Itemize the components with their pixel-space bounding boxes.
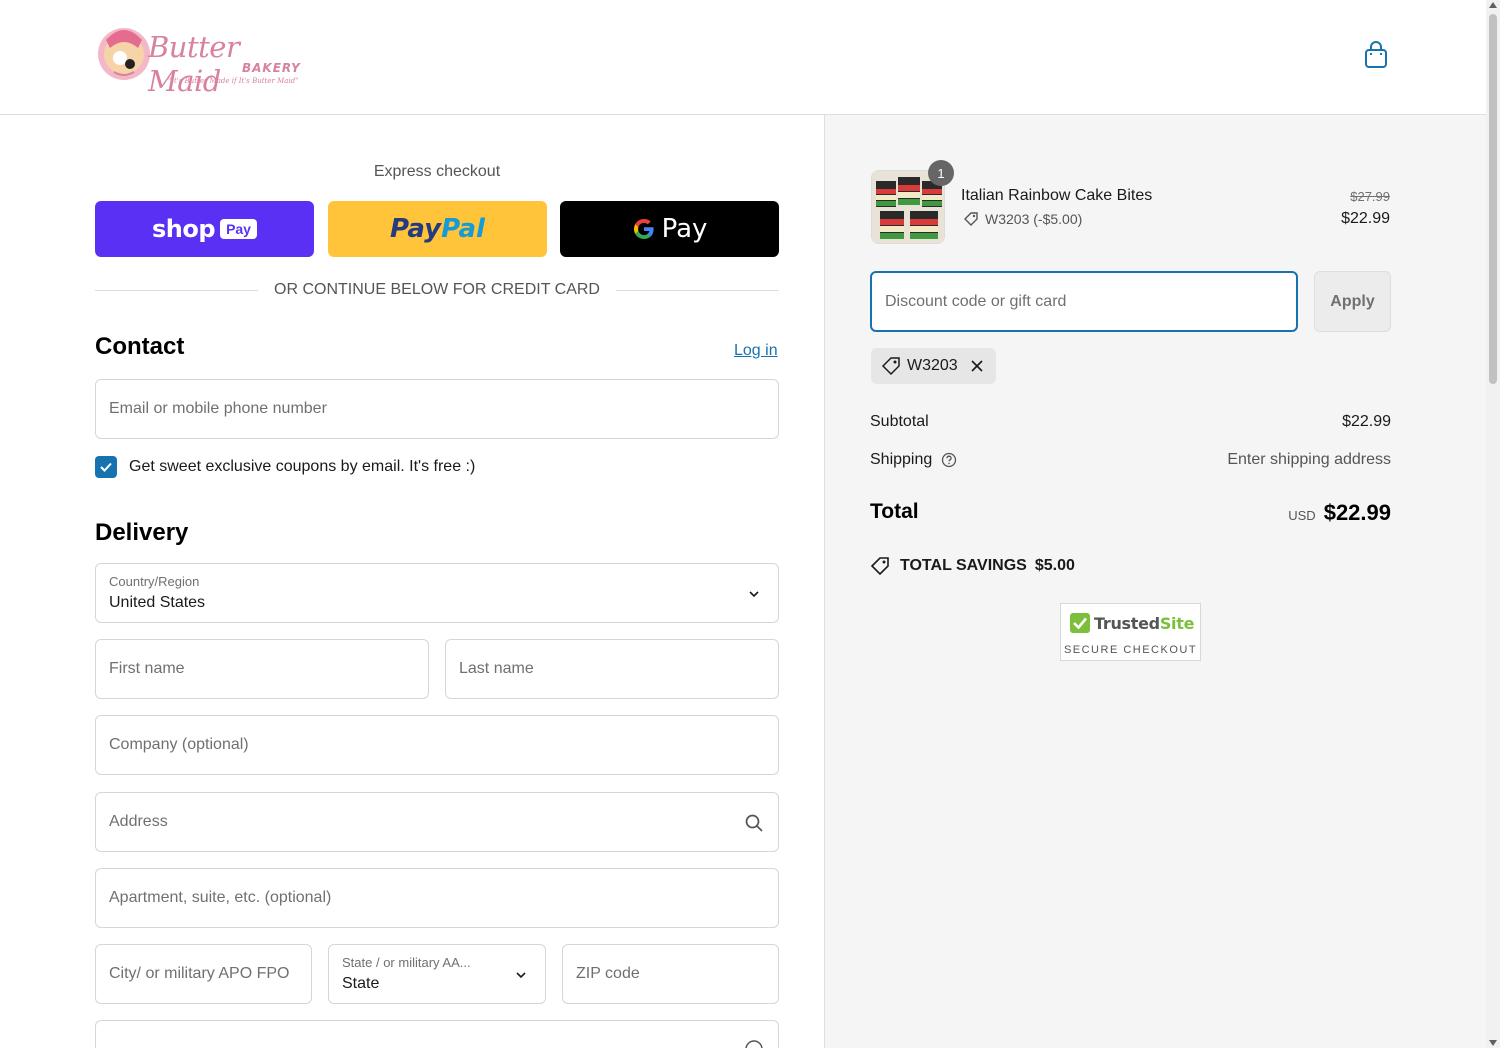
savings-tag-icon [870,557,889,576]
state-label: State / or military AA... [342,955,471,970]
shop-pay-button[interactable]: shop Pay [95,201,314,257]
logo-sub: BAKERY [242,61,301,75]
email-field[interactable] [95,379,779,439]
apartment-field[interactable] [95,868,779,928]
badge-word-2: Site [1159,613,1195,633]
total-amount-group: USD $22.99 [1288,500,1391,526]
tag-icon [964,212,978,226]
address-input[interactable] [109,813,778,831]
total-amount: $22.99 [1323,500,1391,525]
google-pay-button[interactable]: Pay [560,201,779,257]
express-checkout-title: Express checkout [373,163,501,180]
subtotal-label: Subtotal [870,413,929,430]
paypal-word-1: Pay [390,214,442,244]
original-price: $27.99 [1350,189,1390,204]
country-select[interactable]: Country/Region United States [95,563,779,623]
last-name-input[interactable] [459,660,778,678]
newsletter-label: Get sweet exclusive coupons by email. It… [129,458,476,475]
shop-pay-word: shop [152,215,216,243]
divider-text: OR CONTINUE BELOW FOR CREDIT CARD [274,281,600,298]
contact-heading: Contact [95,333,185,360]
badge-word-1: Trusted [1094,613,1160,633]
shopping-bag-icon[interactable] [1363,40,1389,70]
paypal-word-2: Pal [441,214,485,244]
checkmark-icon [100,462,112,472]
product-name: Italian Rainbow Cake Bites [961,187,1153,204]
first-name-input[interactable] [109,660,428,678]
first-name-field[interactable] [95,639,429,699]
last-name-field[interactable] [445,639,779,699]
login-link[interactable]: Log in [734,342,778,360]
savings-label: TOTAL SAVINGS [900,557,1027,574]
trustedsite-logo: Trusted Site [1069,612,1194,634]
country-value: United States [109,594,206,611]
help-icon[interactable] [941,452,957,468]
baker-mascot-icon [98,28,150,80]
close-icon[interactable] [970,359,984,373]
google-g-icon [633,219,654,239]
address-field[interactable] [95,792,779,852]
trustedsite-badge[interactable]: Trusted Site SECURE CHECKOUT [1060,603,1201,661]
google-pay-word: Pay [661,214,708,244]
newsletter-checkbox[interactable] [95,456,117,478]
check-shield-icon [1070,613,1090,633]
scroll-up-icon[interactable] [1489,2,1497,8]
city-field[interactable] [95,944,312,1004]
scroll-down-icon[interactable] [1489,1040,1497,1046]
product-discount-note: W3203 (-$5.00) [963,211,1082,227]
discount-code-input[interactable] [885,292,1296,311]
tag-icon [881,357,900,376]
divider-line-left [95,289,259,291]
scrollbar-thumb[interactable] [1489,14,1497,384]
header: Butter Maid BAKERY "It's Butter Made if … [0,0,1486,115]
help-circle-icon[interactable] [744,1039,764,1048]
total-row: Total USD $22.99 [870,500,1391,526]
butter-maid-logo[interactable]: Butter Maid BAKERY "It's Butter Made if … [96,20,311,98]
email-input[interactable] [109,400,778,418]
state-select[interactable]: State / or military AA... State [328,944,546,1004]
quantity-badge: 1 [928,160,954,186]
order-summary-panel: 1 Italian Rainbow Cake Bites W3203 (-$5.… [824,115,1486,1048]
discounted-price: $22.99 [1341,210,1390,227]
shipping-label: Shipping [870,451,933,468]
apply-discount-button[interactable]: Apply [1314,271,1391,332]
total-savings: TOTAL SAVINGS $5.00 [870,556,1075,576]
company-input[interactable] [109,736,778,754]
zip-input[interactable] [576,965,778,983]
chevron-down-icon [516,972,526,979]
newsletter-option[interactable]: Get sweet exclusive coupons by email. It… [95,456,475,478]
state-value: State [342,975,380,992]
discount-code-field[interactable] [870,271,1298,332]
city-input[interactable] [109,965,311,983]
applied-code-text: W3203 [907,357,958,374]
currency-code: USD [1288,508,1316,523]
phone-field[interactable] [95,1020,779,1048]
express-divider: OR CONTINUE BELOW FOR CREDIT CARD [95,279,780,301]
zip-field[interactable] [562,944,779,1004]
product-discount-text: W3203 (-$5.00) [985,211,1083,227]
chevron-down-icon [749,591,759,598]
country-label: Country/Region [109,574,200,589]
badge-subtitle: SECURE CHECKOUT [1063,644,1198,656]
shipping-value: Enter shipping address [1227,451,1391,468]
subtotal-value: $22.99 [1342,413,1391,430]
shop-pay-pill: Pay [220,219,257,239]
applied-code-chip: W3203 [871,348,996,384]
logo-tagline: "It's Butter Made if It's Butter Maid" [168,77,299,85]
apartment-input[interactable] [109,889,778,907]
savings-amount: $5.00 [1034,557,1075,574]
shipping-row: Shipping Enter shipping address [870,451,1391,469]
page-scrollbar[interactable] [1486,0,1500,1048]
subtotal-row: Subtotal $22.99 [870,413,1391,431]
delivery-heading: Delivery [95,519,189,546]
paypal-button[interactable]: Pay Pal [328,201,547,257]
company-field[interactable] [95,715,779,775]
divider-line-right [615,289,780,291]
checkout-form-panel: Express checkout shop Pay Pay Pal Pay OR … [0,115,824,1048]
total-label: Total [870,500,919,523]
search-icon[interactable] [744,813,764,833]
